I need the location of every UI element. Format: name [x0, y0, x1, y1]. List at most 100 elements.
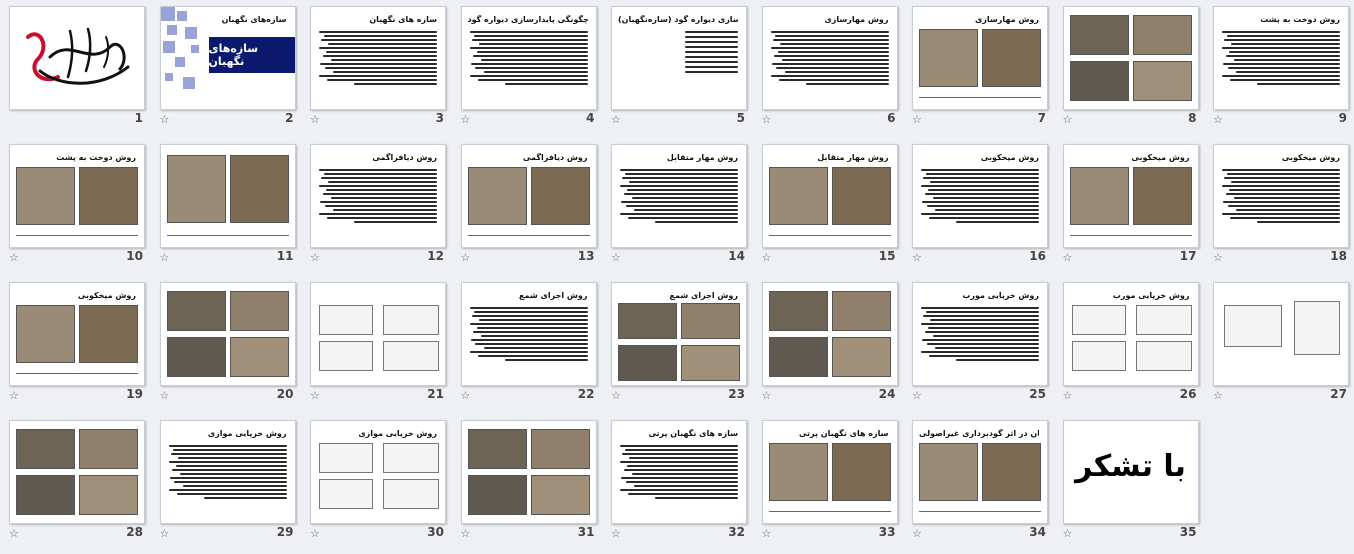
slide-thumbnail-cell[interactable]: روش دوخت به پشت ☆ 9: [1205, 2, 1354, 140]
slide-thumbnail-cell[interactable]: ☆ 21: [302, 278, 452, 416]
transition-star-icon[interactable]: ☆: [611, 252, 623, 264]
transition-star-icon[interactable]: ☆: [461, 252, 473, 264]
transition-star-icon[interactable]: ☆: [1213, 252, 1225, 264]
slide-thumbnail[interactable]: روش خرپایی موازی: [310, 420, 446, 524]
slide-thumbnail-cell[interactable]: روش دوخت به پشت ☆ 10: [1, 140, 151, 278]
slide-thumbnail[interactable]: روش خرپایی مورب: [1062, 282, 1199, 386]
transition-star-icon[interactable]: ☆: [160, 252, 172, 264]
transition-star-icon[interactable]: ☆: [1063, 390, 1075, 402]
slide-thumbnail-cell[interactable]: روش میخکوبی ☆ 17: [1055, 140, 1205, 278]
slide-thumbnail-cell[interactable]: روش دیافراگمی ☆ 12: [302, 140, 452, 278]
transition-star-icon[interactable]: ☆: [160, 528, 172, 540]
slide-thumbnail-cell[interactable]: ☆ 24: [754, 278, 904, 416]
transition-star-icon[interactable]: ☆: [611, 390, 623, 402]
slide-thumbnail-cell[interactable]: روش خرپایی موازی ☆ 30: [302, 416, 452, 554]
slide-thumbnail[interactable]: روش های پایدار سازی دیواره گود (سازه‌نگه…: [611, 6, 747, 110]
slide-thumbnail[interactable]: روش مهار متقابل: [761, 144, 898, 248]
slide-thumbnail-cell[interactable]: 1: [1, 2, 151, 140]
slide-thumbnail[interactable]: با تشکر: [1062, 420, 1199, 524]
slide-thumbnail-cell[interactable]: روش خرپایی موازی ☆ 29: [152, 416, 302, 554]
slide-thumbnail-cell[interactable]: روش مهار متقابل ☆ 14: [603, 140, 753, 278]
transition-star-icon[interactable]: ☆: [160, 114, 172, 126]
slide-thumbnail-cell[interactable]: ☆ 20: [152, 278, 302, 416]
transition-star-icon[interactable]: ☆: [1063, 528, 1075, 540]
slide-thumbnail-cell[interactable]: ☆ 11: [152, 140, 302, 278]
transition-star-icon[interactable]: ☆: [461, 390, 473, 402]
transition-star-icon[interactable]: ☆: [1063, 252, 1075, 264]
slide-thumbnail-cell[interactable]: سازه های نگهبان ☆ 3: [302, 2, 452, 140]
slide-thumbnail[interactable]: [159, 282, 296, 386]
slide-thumbnail[interactable]: تخریب ساختمان در اثر گودبرداری غیراصولی: [912, 420, 1048, 524]
transition-star-icon[interactable]: ☆: [912, 390, 924, 402]
slide-thumbnail[interactable]: روش میخکوبی: [912, 144, 1048, 248]
slide-thumbnail[interactable]: [1062, 6, 1199, 110]
transition-star-icon[interactable]: ☆: [160, 390, 172, 402]
slide-thumbnail[interactable]: روش مهارسازی: [912, 6, 1048, 110]
slide-thumbnail-cell[interactable]: روش میخکوبی ☆ 19: [1, 278, 151, 416]
transition-star-icon[interactable]: ☆: [611, 114, 623, 126]
transition-star-icon[interactable]: ☆: [912, 528, 924, 540]
transition-star-icon[interactable]: ☆: [762, 528, 774, 540]
transition-star-icon[interactable]: ☆: [9, 252, 21, 264]
transition-star-icon[interactable]: ☆: [611, 528, 623, 540]
slide-thumbnail[interactable]: روش دیافراگمی: [310, 144, 446, 248]
slide-thumbnail-cell[interactable]: با تشکر ☆ 35: [1055, 416, 1205, 554]
transition-star-icon[interactable]: ☆: [912, 114, 924, 126]
slide-thumbnail[interactable]: سازه های نگهبان: [310, 6, 446, 110]
slide-thumbnail[interactable]: روش میخکوبی: [9, 282, 145, 386]
slide-thumbnail-cell[interactable]: سازه های نگهبان پرتی ☆ 32: [603, 416, 753, 554]
slide-thumbnail-cell[interactable]: ☆ 31: [453, 416, 603, 554]
slide-thumbnail[interactable]: روش مهارسازی: [761, 6, 898, 110]
transition-star-icon[interactable]: ☆: [762, 252, 774, 264]
slide-thumbnail-cell[interactable]: روش مهارسازی ☆ 7: [904, 2, 1054, 140]
slide-thumbnail[interactable]: روش میخکوبی: [1062, 144, 1199, 248]
slide-thumbnail-cell[interactable]: روش اجرای شمع ☆ 22: [453, 278, 603, 416]
slide-thumbnail[interactable]: [310, 282, 446, 386]
slide-thumbnail[interactable]: روش دوخت به پشت: [9, 144, 145, 248]
slide-thumbnail[interactable]: سازه های نگهبان پرتی: [611, 420, 747, 524]
slide-thumbnail-cell[interactable]: روش خرپایی مورب ☆ 25: [904, 278, 1054, 416]
slide-thumbnail-cell[interactable]: ☆ 27: [1205, 278, 1354, 416]
slide-thumbnail-cell[interactable]: روش های پایدار سازی دیواره گود (سازه‌نگه…: [603, 2, 753, 140]
transition-star-icon[interactable]: ☆: [310, 114, 322, 126]
slide-thumbnail[interactable]: [1213, 282, 1349, 386]
slide-thumbnail[interactable]: روش خرپایی موازی: [159, 420, 296, 524]
slide-thumbnail[interactable]: روش خرپایی مورب: [912, 282, 1048, 386]
slide-thumbnail[interactable]: [159, 144, 296, 248]
slide-thumbnail[interactable]: روش اجرای شمع: [460, 282, 597, 386]
slide-thumbnail[interactable]: روش میخکوبی: [1213, 144, 1349, 248]
slide-thumbnail-cell[interactable]: روش دیافراگمی ☆ 13: [453, 140, 603, 278]
slide-thumbnail-cell[interactable]: سازه های نگهبان پرتی ☆ 33: [754, 416, 904, 554]
slide-thumbnail-cell[interactable]: روش مهار متقابل ☆ 15: [754, 140, 904, 278]
transition-star-icon[interactable]: ☆: [9, 528, 21, 540]
slide-thumbnail[interactable]: روش مهار متقابل: [611, 144, 747, 248]
transition-star-icon[interactable]: ☆: [1063, 114, 1075, 126]
transition-star-icon[interactable]: ☆: [461, 114, 473, 126]
transition-star-icon[interactable]: ☆: [762, 114, 774, 126]
transition-star-icon[interactable]: ☆: [310, 252, 322, 264]
slide-thumbnail-cell[interactable]: روش اجرای شمع ☆ 23: [603, 278, 753, 416]
transition-star-icon[interactable]: ☆: [1213, 390, 1225, 402]
slide-thumbnail-cell[interactable]: روش خرپایی مورب ☆ 26: [1055, 278, 1205, 416]
slide-thumbnail-cell[interactable]: تخریب ساختمان در اثر گودبرداری غیراصولی ☆…: [904, 416, 1054, 554]
slide-thumbnail[interactable]: [9, 6, 145, 110]
slide-thumbnail[interactable]: سازه‌های نگهبان سازه‌های نگهبان: [159, 6, 296, 110]
slide-thumbnail[interactable]: [761, 282, 898, 386]
transition-star-icon[interactable]: ☆: [1213, 114, 1225, 126]
slide-thumbnail[interactable]: سازه های نگهبان پرتی: [761, 420, 898, 524]
transition-star-icon[interactable]: ☆: [310, 390, 322, 402]
slide-thumbnail-cell[interactable]: چگونگی پایدارسازی دیواره گود ☆ 4: [453, 2, 603, 140]
slide-thumbnail-cell[interactable]: روش میخکوبی ☆ 16: [904, 140, 1054, 278]
transition-star-icon[interactable]: ☆: [310, 528, 322, 540]
slide-thumbnail[interactable]: چگونگی پایدارسازی دیواره گود: [460, 6, 597, 110]
slide-thumbnail-cell[interactable]: ☆ 8: [1055, 2, 1205, 140]
slide-thumbnail-cell[interactable]: روش مهارسازی ☆ 6: [754, 2, 904, 140]
slide-thumbnail[interactable]: [9, 420, 145, 524]
transition-star-icon[interactable]: ☆: [912, 252, 924, 264]
slide-thumbnail[interactable]: روش اجرای شمع: [611, 282, 747, 386]
transition-star-icon[interactable]: ☆: [9, 390, 21, 402]
slide-thumbnail-cell[interactable]: ☆ 28: [1, 416, 151, 554]
transition-star-icon[interactable]: ☆: [762, 390, 774, 402]
slide-thumbnail[interactable]: روش دوخت به پشت: [1213, 6, 1349, 110]
slide-thumbnail-cell[interactable]: روش میخکوبی ☆ 18: [1205, 140, 1354, 278]
